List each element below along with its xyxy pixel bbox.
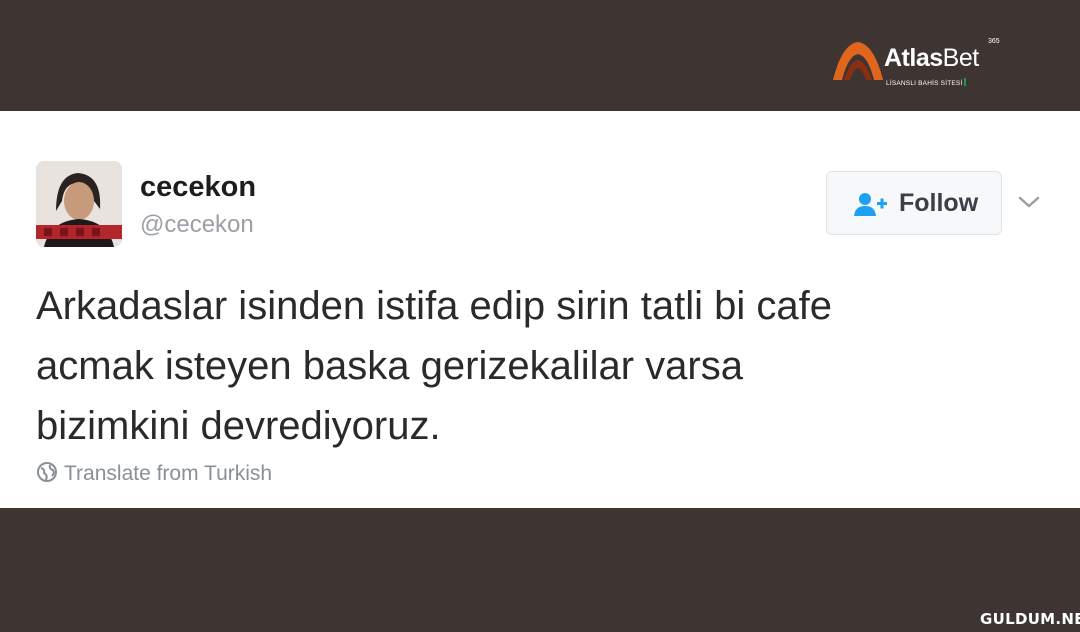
tweet-text-line: bizimkini devrediyoruz. (36, 404, 441, 448)
tweet-text-line: acmak isteyen baska gerizekalilar varsa (36, 344, 743, 388)
tweet-text: Arkadaslar isinden istifa edip sirin tat… (36, 276, 1046, 456)
add-user-icon (854, 193, 887, 216)
follow-button[interactable]: Follow (826, 171, 1002, 235)
brand-tagline: LİSANSLI BAHİS SİTESİ (886, 78, 970, 87)
display-name[interactable]: cecekon (140, 171, 256, 204)
avatar-image (36, 161, 122, 247)
translate-label: Translate from Turkish (64, 462, 273, 485)
brand-superscript: 365 (988, 38, 1000, 45)
tweet-text-line: Arkadaslar isinden istifa edip sirin tat… (36, 284, 832, 328)
brand-name: AtlasBet (884, 44, 979, 72)
globe-icon (37, 462, 57, 482)
avatar[interactable] (36, 161, 122, 247)
tweet-card: cecekon @cecekon Follow Arkadaslar isind… (0, 111, 1080, 508)
watermark-text: GULDUM.NET (980, 610, 1080, 628)
user-handle[interactable]: @cecekon (140, 211, 254, 239)
crescent-icon (964, 78, 970, 86)
follow-label: Follow (899, 189, 979, 217)
atlasbet-arch-icon (833, 42, 883, 80)
chevron-down-icon[interactable] (1016, 193, 1042, 211)
bottom-banner (0, 508, 1080, 632)
atlasbet-logo: AtlasBet 365 LİSANSLI BAHİS SİTESİ (830, 36, 1010, 92)
translate-link[interactable]: Translate from Turkish (36, 461, 272, 486)
